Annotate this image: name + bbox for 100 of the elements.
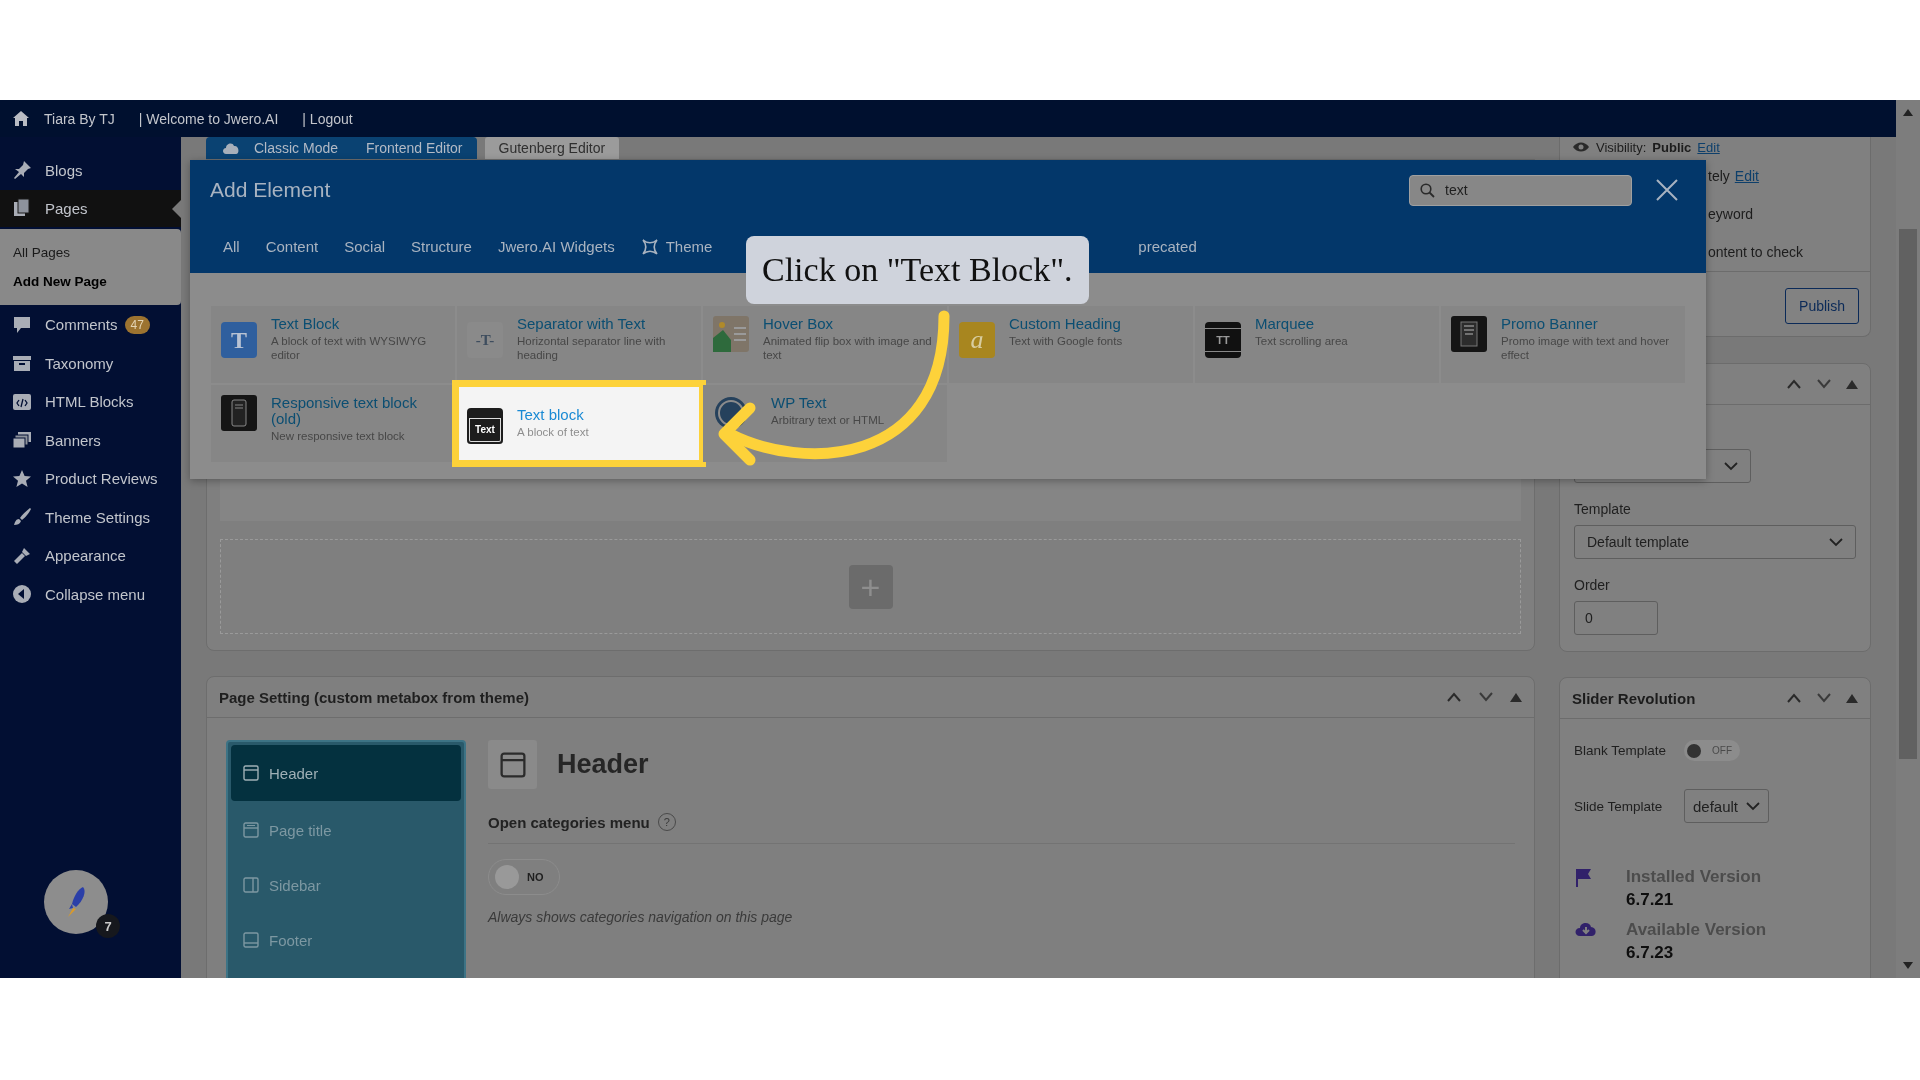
category-tab[interactable]: Social [331, 238, 399, 255]
move-up-icon[interactable] [1446, 692, 1462, 702]
section-heading: Header [557, 749, 649, 780]
panel-title: Page Setting (custom metabox from theme) [219, 688, 531, 706]
element-title: Promo Banner [1501, 316, 1599, 332]
category-tab[interactable]: Structure [398, 238, 485, 255]
move-up-icon[interactable] [1786, 693, 1802, 703]
scroll-down-icon[interactable] [1903, 962, 1913, 969]
element-description: Promo image with text and hover effect [1501, 333, 1671, 363]
field-label: Open categories menu [488, 813, 650, 831]
editor-mode-tab[interactable]: Frontend Editor [352, 137, 477, 159]
layout-icon [243, 822, 259, 838]
move-down-icon[interactable] [1816, 379, 1832, 389]
collapse-icon[interactable] [1846, 379, 1858, 389]
element-description: Animated flip box with image and text [763, 333, 933, 363]
order-input[interactable]: 0 [1574, 601, 1658, 635]
home-icon[interactable] [12, 110, 30, 127]
site-name-link[interactable]: Tiara By TJ [44, 110, 115, 127]
move-down-icon[interactable] [1478, 692, 1494, 702]
edit-link[interactable]: Edit [1697, 139, 1720, 155]
field-description: Always shows categories navigation on this page [488, 909, 794, 925]
element-title: Separator with Text [517, 316, 647, 332]
caret-icon [1724, 461, 1738, 471]
close-icon[interactable] [1656, 179, 1678, 201]
category-tab[interactable]: precated [1125, 238, 1210, 255]
phone-icon [221, 395, 257, 431]
category-tab[interactable]: Theme [627, 237, 726, 256]
visibility-label: Visibility: [1596, 139, 1647, 155]
caret-icon [1829, 537, 1843, 547]
element-title: Hover Box [763, 316, 835, 332]
sidebar-item[interactable]: Blogs [0, 151, 181, 190]
element-title: WP Text [771, 395, 828, 411]
category-tab[interactable]: All [210, 238, 253, 255]
field-label: Slide Template [1574, 798, 1664, 814]
banner-icon [1451, 316, 1487, 352]
letter-t-icon: T [221, 322, 257, 358]
collapse-icon[interactable] [1510, 692, 1522, 702]
field-label: Blank Template [1574, 743, 1668, 758]
scrollbar-thumb[interactable] [1899, 229, 1917, 759]
text-icon: Text [467, 407, 503, 444]
scroll-up-icon[interactable] [1903, 109, 1913, 116]
caret-icon [1746, 801, 1761, 811]
sidebar-item[interactable]: Product Reviews [0, 459, 181, 498]
notification-badge: 7 [96, 914, 120, 938]
category-tab[interactable]: Jwero.AI Widgets [484, 238, 628, 255]
sidebar-item[interactable]: Taxonomy [0, 344, 181, 383]
submenu-item[interactable]: All Pages [0, 237, 181, 267]
eye-icon [1572, 141, 1590, 153]
collapse-icon[interactable] [1846, 693, 1858, 703]
panel-title: Slider Revolution [1572, 689, 1697, 707]
element-title: Text block [517, 407, 585, 424]
letter-a-icon: a [959, 322, 995, 358]
sidebar-item[interactable]: Theme Settings [0, 498, 181, 537]
search-icon [1420, 182, 1435, 198]
sidebar-item[interactable]: Collapse menu [0, 575, 181, 614]
element-title: Marquee [1255, 316, 1316, 332]
element-title: Custom Heading [1009, 316, 1122, 332]
editor-mode-tab[interactable]: Gutenberg Editor [484, 137, 620, 159]
field-label: Template [1574, 501, 1632, 517]
element-card[interactable]: TT Marquee Text scrolling area [1195, 306, 1439, 383]
setting-text: ontent to check [1708, 244, 1803, 260]
sidebar-item[interactable]: Banners [0, 421, 181, 460]
count-badge: 47 [124, 315, 150, 334]
dialog-title: Add Element [210, 178, 332, 202]
move-down-icon[interactable] [1816, 693, 1832, 703]
admin-bar-link[interactable]: | Logout [302, 110, 353, 127]
search-field[interactable]: text [1409, 174, 1632, 206]
layout-icon [499, 751, 526, 778]
element-description: Arbitrary text or HTML [771, 412, 885, 428]
visibility-value: Public [1652, 139, 1692, 155]
submenu-item[interactable]: Add New Page [0, 266, 181, 296]
admin-bar-link[interactable]: | Welcome to Jwero.AI [138, 110, 279, 127]
element-description: Horizontal separator line with heading [517, 333, 667, 363]
element-title: Responsive text block (old) [271, 395, 418, 427]
move-up-icon[interactable] [1786, 379, 1802, 389]
element-description: Text scrolling area [1255, 333, 1348, 349]
separator-icon: -T- [467, 322, 503, 358]
settings-tab[interactable]: Header [231, 745, 461, 801]
edit-link[interactable]: Edit [1734, 168, 1759, 184]
element-description: A block of text [517, 425, 589, 440]
layout-icon [243, 877, 259, 893]
field-label: Order [1574, 577, 1611, 593]
sidebar-item[interactable]: HTML Blocks [0, 382, 181, 421]
slide-template-dropdown[interactable]: default [1684, 789, 1770, 823]
setting-text: tely [1708, 168, 1730, 184]
setting-text: eyword [1708, 206, 1754, 222]
element-description: Text with Google fonts [1009, 333, 1123, 349]
element-description: New responsive text block [271, 428, 406, 443]
sidebar-item[interactable]: Pages [0, 189, 181, 227]
current-pointer-icon [172, 199, 181, 218]
publish-button[interactable]: Publish [1785, 288, 1859, 324]
version-number: 6.7.21 [1626, 890, 1675, 910]
layout-icon [243, 765, 259, 781]
sidebar-item[interactable]: Appearance [0, 536, 181, 575]
picture-icon [713, 316, 749, 352]
category-tab[interactable]: Content [252, 238, 332, 255]
editor-mode-tab[interactable]: Classic Mode [240, 137, 353, 159]
element-card[interactable]: T Text Block A block of text with WYSIWYG editor [211, 306, 455, 383]
template-dropdown[interactable]: Default template [1574, 525, 1856, 559]
sidebar-item[interactable]: Comments 47 [0, 305, 181, 344]
